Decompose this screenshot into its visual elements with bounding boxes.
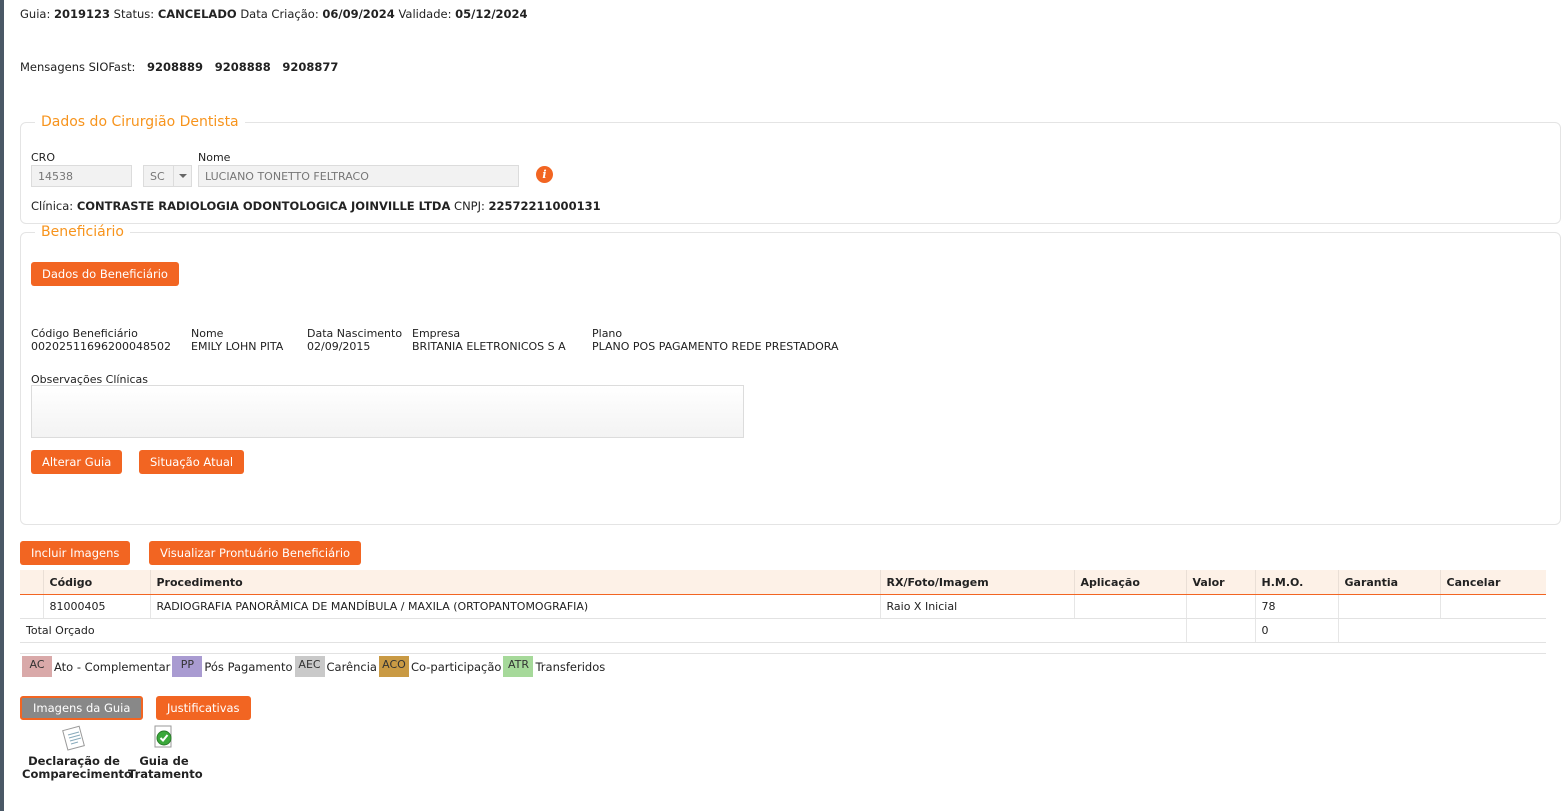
legend-chip-aec: AEC (294, 656, 325, 677)
table-header-row: Código Procedimento RX/Foto/Imagem Aplic… (20, 570, 1546, 595)
cell-aplicacao (1073, 594, 1186, 619)
criacao-value: 06/09/2024 (322, 7, 395, 21)
legend-chip-pp: PP (172, 656, 203, 677)
header-garantia: Garantia (1337, 570, 1440, 595)
header-codigo: Código (42, 570, 150, 595)
beneficiario-section: Beneficiário (20, 224, 1561, 525)
visualizar-prontuario-button[interactable]: Visualizar Prontuário Beneficiário (149, 541, 362, 565)
uf-value: SC (150, 170, 165, 183)
legend-chip-aco: ACO (378, 656, 409, 677)
cro-label: CRO (31, 151, 55, 164)
status-label: Status: (113, 7, 155, 21)
header-blank (20, 570, 43, 595)
beneficiario-legend: Beneficiário (41, 224, 124, 240)
empresa: Empresa BRITANIA ELETRONICOS S A (412, 327, 566, 353)
legend-chip-atr: ATR (503, 656, 534, 677)
observacoes-textarea[interactable] (31, 385, 744, 438)
mensagem-item: 9208877 (282, 60, 339, 74)
cnpj-label: CNPJ: (454, 199, 485, 213)
procedures-table: Código Procedimento RX/Foto/Imagem Aplic… (20, 570, 1546, 654)
cell-rx: Raio X Inicial (879, 594, 1074, 619)
status-legend: AC Ato - Complementar PP Pós Pagamento A… (22, 656, 607, 677)
plano: Plano PLANO POS PAGAMENTO REDE PRESTADOR… (592, 327, 839, 353)
cell-cancelar[interactable] (1439, 594, 1546, 619)
validade-value: 05/12/2024 (455, 7, 528, 21)
declaracao-line2: Comparecimento (22, 767, 132, 781)
cell-hmo: 78 (1254, 594, 1338, 619)
spacer-row (20, 642, 1546, 654)
imagens-guia-button[interactable]: Imagens da Guia (20, 696, 144, 720)
total-label: Total Orçado (20, 618, 1186, 643)
header-hmo: H.M.O. (1254, 570, 1338, 595)
mensagem-item: 9208888 (214, 60, 271, 74)
nome-label: Nome (198, 151, 231, 164)
legend-label: Pós Pagamento (204, 659, 293, 674)
nome-value: EMILY LOHN PITA (191, 340, 284, 353)
chevron-down-icon (173, 166, 191, 186)
codigo-beneficiario: Código Beneficiário 0020251169620004850​… (31, 327, 171, 353)
row-blank (20, 594, 43, 619)
document-icon (62, 725, 85, 751)
cell-procedimento: RADIOGRAFIA PANORÂMICA DE MANDÍBULA / MA… (149, 594, 880, 619)
header-cancelar: Cancelar (1439, 570, 1546, 595)
clinica-line: Clínica: CONTRASTE RADIOLOGIA ODONTOLOGI… (31, 199, 601, 213)
data-nascimento: Data Nascimento 02/09/2015 (307, 327, 402, 353)
header-valor: Valor (1185, 570, 1255, 595)
check-document-icon (154, 725, 172, 748)
legend-chip-ac: AC (22, 656, 52, 677)
guia-info-line: Guia: 2019123 Status: CANCELADO Data Cri… (20, 7, 528, 21)
legend-label: Transferidos (535, 659, 606, 674)
situacao-atual-button[interactable]: Situação Atual (139, 450, 245, 474)
header-aplicacao: Aplicação (1073, 570, 1186, 595)
dados-beneficiario-button[interactable]: Dados do Beneficiário (31, 262, 179, 286)
total-hmo: 0 (1254, 618, 1338, 643)
guia-label: Guia: (20, 7, 51, 21)
plano-label: Plano (592, 327, 623, 340)
cnpj-value: 22572211000131 (488, 199, 601, 213)
total-blank (1337, 618, 1546, 643)
guia-tratamento-line2: Tratamento (128, 767, 203, 781)
empresa-value: BRITANIA ELETRONICOS S A (412, 340, 566, 353)
legend-label: Carência (326, 659, 377, 674)
dentista-nome-field[interactable]: LUCIANO TONETTO FELTRACO (198, 165, 519, 187)
left-border (0, 0, 4, 811)
declaracao-comparecimento-link[interactable]: Declaração de Comparecimento (22, 724, 132, 781)
clinica-label: Clínica: (31, 199, 74, 213)
codigo-label: Código Beneficiário (31, 327, 138, 340)
mensagem-item: 9208889 (147, 60, 204, 74)
status-value: CANCELADO (157, 7, 237, 21)
plano-value: PLANO POS PAGAMENTO REDE PRESTADORA (592, 340, 839, 353)
total-valor (1185, 618, 1255, 643)
mensagens-label: Mensagens SIOFast: (20, 60, 136, 74)
info-icon[interactable]: i (536, 166, 553, 183)
total-row: Total Orçado 0 (20, 618, 1546, 643)
justificativas-button[interactable]: Justificativas (156, 696, 251, 720)
cell-codigo: 81000405 (42, 594, 150, 619)
legend-label: Co-participação (410, 659, 502, 674)
mensagens-line: Mensagens SIOFast: 9208889 9208888 92088… (20, 60, 338, 74)
beneficiario-nome: Nome EMILY LOHN PITA (191, 327, 283, 353)
header-procedimento: Procedimento (149, 570, 880, 595)
incluir-imagens-button[interactable]: Incluir Imagens (20, 541, 131, 565)
header-rx: RX/Foto/Imagem (879, 570, 1074, 595)
guia-number: 2019123 (53, 7, 110, 21)
table-row[interactable]: 81000405 RADIOGRAFIA PANORÂMICA DE MANDÍ… (20, 594, 1546, 619)
nascimento-value: 02/09/2015 (307, 340, 371, 353)
alterar-guia-button[interactable]: Alterar Guia (31, 450, 123, 474)
nascimento-label: Data Nascimento (307, 327, 403, 340)
validade-label: Validade: (398, 7, 452, 21)
empresa-label: Empresa (412, 327, 461, 340)
nome-label: Nome (191, 327, 224, 340)
clinica-value: CONTRASTE RADIOLOGIA ODONTOLOGICA JOINVI… (76, 199, 451, 213)
cell-valor (1185, 594, 1255, 619)
legend-label: Ato - Complementar (54, 659, 171, 674)
uf-select[interactable]: SC (143, 165, 192, 187)
cro-field[interactable]: 14538 (31, 165, 132, 187)
codigo-value: 0020251169620004850​2 (31, 340, 171, 353)
criacao-label: Data Criação: (240, 7, 319, 21)
cell-garantia (1337, 594, 1440, 619)
spacer-cell (20, 642, 1546, 654)
guia-tratamento-link[interactable]: Guia de Tratamento (128, 724, 203, 781)
dentista-legend: Dados do Cirurgião Dentista (41, 114, 239, 130)
